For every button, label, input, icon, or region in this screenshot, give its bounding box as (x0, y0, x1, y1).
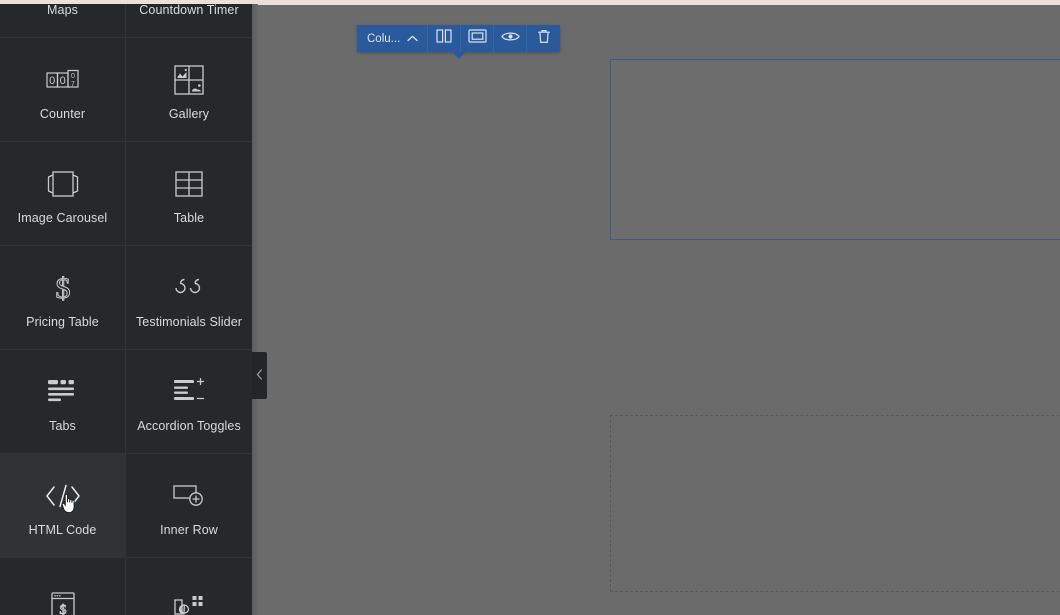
widget-cell-table[interactable]: Table (126, 142, 252, 246)
widget-cell-image-grid[interactable] (126, 558, 252, 615)
canvas-area[interactable] (258, 0, 1060, 615)
widget-label: Countdown Timer (139, 2, 239, 17)
image-grid-icon (173, 586, 205, 615)
chevron-up-icon (407, 33, 418, 45)
widget-label: Inner Row (160, 522, 218, 537)
widget-label: Accordion Toggles (137, 418, 241, 433)
panel-collapse-handle[interactable] (252, 352, 267, 399)
widget-label: Maps (47, 2, 78, 17)
widget-cell-tabs[interactable]: Tabs (0, 350, 126, 454)
widget-cell-gallery[interactable]: Gallery (126, 38, 252, 142)
trash-icon (537, 29, 551, 49)
gallery-icon (174, 59, 204, 101)
code-brackets-icon (44, 475, 82, 517)
quote-icon (174, 267, 204, 309)
widget-cell-pricing-table[interactable]: $ Pricing Table (0, 246, 126, 350)
visibility-button[interactable] (494, 25, 528, 52)
widget-label: Tabs (49, 418, 76, 433)
duplicate-box-icon (468, 29, 487, 48)
svg-text:0: 0 (59, 75, 65, 87)
widget-label: Gallery (168, 106, 210, 121)
widget-grid: Maps Countdown Timer 0 0 0 7 Counter Gal… (0, 0, 252, 615)
widget-cell-countdown-timer[interactable]: Countdown Timer (126, 0, 252, 38)
widget-label: Pricing Table (26, 314, 99, 329)
table-icon (175, 163, 203, 205)
element-type-dropdown[interactable]: Colu... (357, 25, 429, 52)
element-toolbar: Colu... (357, 25, 561, 59)
delete-button[interactable] (527, 25, 560, 52)
svg-text:$: $ (55, 272, 70, 304)
svg-text:7: 7 (71, 81, 75, 88)
inner-row-icon (173, 475, 205, 517)
widget-cell-maps[interactable]: Maps (0, 0, 126, 38)
svg-text:0: 0 (71, 73, 75, 80)
chevron-left-icon (256, 367, 263, 385)
widget-cell-accordion-toggles[interactable]: Accordion Toggles (126, 350, 252, 454)
widget-label: Counter (39, 106, 86, 121)
pricing-table-icon: $ (52, 267, 74, 309)
widget-cell-pricing-window[interactable]: $ (0, 558, 126, 615)
tabs-icon (47, 371, 79, 413)
widget-cell-counter[interactable]: 0 0 0 7 Counter (0, 38, 126, 142)
accordion-toggles-icon (173, 371, 205, 413)
widget-cell-inner-row[interactable]: Inner Row (126, 454, 252, 558)
selected-row-block[interactable] (610, 59, 1060, 240)
pricing-window-icon: $ (49, 586, 77, 615)
widget-label: Table (173, 210, 205, 225)
empty-row-block[interactable] (610, 415, 1060, 592)
svg-text:0: 0 (49, 75, 55, 87)
two-columns-icon (436, 29, 452, 48)
counter-icon: 0 0 0 7 (45, 59, 80, 101)
element-type-label: Colu... (367, 32, 401, 45)
widget-label: Image Carousel (17, 210, 108, 225)
duplicate-button[interactable] (461, 25, 495, 52)
columns-layout-button[interactable] (428, 25, 462, 52)
image-carousel-icon (47, 163, 79, 205)
eye-icon (501, 30, 520, 48)
widget-panel: Maps Countdown Timer 0 0 0 7 Counter Gal… (0, 0, 252, 615)
page-builder-app: Colu... Maps Countdown Timer 0 0 0 7 Cou… (0, 0, 1060, 615)
panel-edge-shadow (252, 0, 258, 615)
widget-cell-html-code[interactable]: HTML Code (0, 454, 126, 558)
widget-cell-image-carousel[interactable]: Image Carousel (0, 142, 126, 246)
widget-label: Testimonials Slider (135, 314, 243, 329)
svg-text:$: $ (59, 603, 66, 615)
top-strip-right (258, 0, 1060, 5)
widget-cell-testimonials-slider[interactable]: Testimonials Slider (126, 246, 252, 350)
widget-label: HTML Code (28, 522, 97, 537)
